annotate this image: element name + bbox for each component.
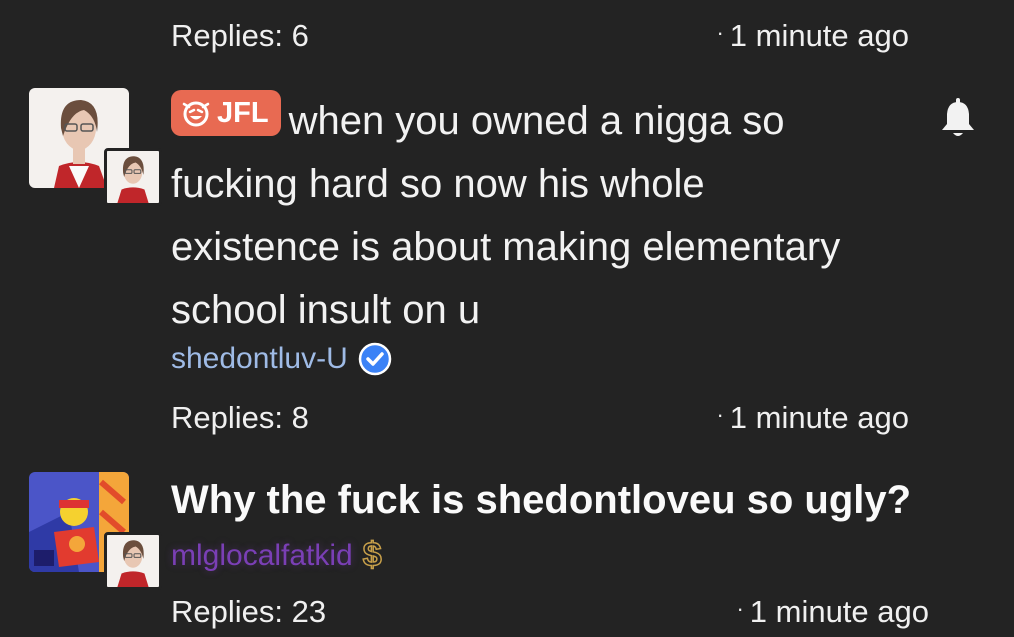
post-meta: Replies: 8 1 minute ago	[171, 400, 909, 436]
post-meta-top: Replies: 6 1 minute ago	[171, 18, 909, 54]
comment-text: JFL when you owned a nigga so fucking ha…	[171, 90, 951, 342]
author-row: shedontluv-U	[171, 342, 392, 376]
bell-icon[interactable]	[938, 98, 978, 140]
timestamp: 1 minute ago	[716, 18, 909, 54]
tag-label: JFL	[217, 96, 269, 129]
secondary-avatar[interactable]	[104, 532, 162, 590]
timestamp: 1 minute ago	[736, 594, 929, 630]
comment-line: existence is about making elementary	[171, 225, 841, 269]
verified-check-icon	[358, 342, 392, 376]
timestamp: 1 minute ago	[716, 400, 909, 436]
replies-count[interactable]: Replies: 8	[171, 400, 309, 436]
comment-line: when you owned a nigga so	[288, 99, 785, 143]
comment-line: fucking hard so now his whole	[171, 162, 705, 206]
laughing-face-icon	[182, 101, 210, 127]
comment-text: Why the fuck is shedontloveu so ugly?	[171, 478, 912, 522]
portrait-image	[107, 151, 159, 203]
portrait-image	[107, 535, 159, 587]
comment-line: school insult on u	[171, 288, 481, 332]
replies-count[interactable]: Replies: 6	[171, 18, 309, 54]
dollar-badge-icon: $	[362, 535, 382, 575]
tag-badge[interactable]: JFL	[171, 90, 281, 136]
post-meta: Replies: 23 1 minute ago	[171, 594, 929, 630]
author-row: mlglocalfatkid $	[171, 535, 382, 575]
secondary-avatar[interactable]	[104, 148, 162, 206]
author-name[interactable]: mlglocalfatkid	[171, 539, 353, 573]
replies-count[interactable]: Replies: 23	[171, 594, 326, 630]
author-name[interactable]: shedontluv-U	[171, 342, 348, 376]
